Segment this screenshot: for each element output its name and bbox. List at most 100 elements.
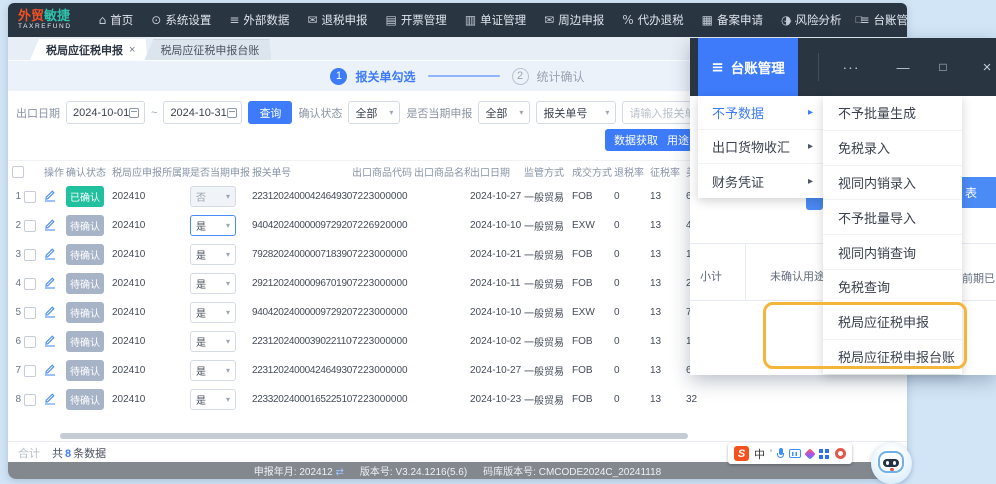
nav-item[interactable]: ⌂ 首页	[90, 3, 143, 37]
nav-item[interactable]: ✉ 周边申报	[535, 3, 613, 37]
row-checkbox[interactable]	[24, 335, 36, 348]
current-period-select[interactable]: 全部 ▾	[478, 101, 531, 124]
edit-icon[interactable]	[44, 218, 56, 231]
confirm-status-select[interactable]: 全部 ▾	[348, 101, 401, 124]
row-checkbox[interactable]	[24, 190, 36, 203]
cell-export-date: 2024-10-02	[470, 336, 522, 347]
sogou-logo-icon[interactable]: S	[734, 446, 749, 461]
current-period-row-select[interactable]: 否 ▾	[190, 186, 236, 207]
submenu-item[interactable]: 不予批量生成	[823, 96, 962, 131]
count-suffix: 条数据	[73, 447, 107, 460]
date-to-value: 2024-10-31	[170, 106, 227, 119]
row-checkbox[interactable]	[24, 393, 36, 406]
punctuation-icon[interactable]: '	[770, 448, 772, 460]
more-menu-button[interactable]: ···	[780, 3, 802, 37]
nav-item[interactable]: ✉ 退税申报	[298, 3, 376, 37]
cell-commodity-code: 7223000000	[352, 307, 408, 318]
toolbox-icon[interactable]	[819, 448, 824, 453]
row-number: 5	[15, 307, 21, 318]
chevron-down-icon: ▾	[519, 108, 524, 117]
row-checkbox[interactable]	[24, 364, 36, 377]
submenu-item[interactable]: 视同内销录入	[823, 166, 962, 201]
submenu-item[interactable]: 不予批量导入	[823, 200, 962, 236]
nav-item[interactable]: ▤ 开票管理	[376, 3, 455, 37]
minimize-button[interactable]: —	[890, 38, 916, 96]
row-checkbox[interactable]	[24, 248, 36, 261]
skin-icon[interactable]	[804, 447, 816, 460]
edit-icon[interactable]	[44, 276, 56, 289]
submenu-item[interactable]: 税局应征税申报	[823, 305, 962, 340]
tab-close-icon[interactable]: ×	[129, 44, 135, 56]
doc-type-select[interactable]: 报关单号 ▾	[536, 101, 617, 124]
current-period-row-select[interactable]: 是 ▾	[190, 360, 236, 381]
edit-icon[interactable]	[44, 334, 56, 347]
current-period-row-select[interactable]: 是 ▾	[190, 215, 236, 236]
cell-deal-mode: FOB	[572, 365, 593, 376]
microphone-icon[interactable]	[777, 447, 785, 460]
cell-export-date: 2024-10-10	[470, 220, 522, 231]
swap-icon[interactable]: ⇄	[336, 467, 344, 478]
current-period-row-select[interactable]: 是 ▾	[190, 273, 236, 294]
edit-icon[interactable]	[44, 305, 56, 318]
menu-item-label: 不予数据	[712, 106, 765, 121]
select-all-checkbox[interactable]	[12, 165, 24, 178]
row-checkbox[interactable]	[24, 277, 36, 290]
cell-tax-rate: 13	[650, 394, 662, 405]
submenu-item[interactable]: 免税查询	[823, 270, 962, 305]
assistant-robot-button[interactable]	[871, 443, 912, 484]
logo-text-2: 敏捷	[44, 8, 71, 24]
menu-item[interactable]: 出口货物收汇 ▸	[698, 130, 824, 164]
nav-item[interactable]: ▥ 单证管理	[456, 3, 535, 37]
close-button[interactable]: ×	[878, 3, 900, 37]
keyboard-icon[interactable]	[789, 449, 802, 458]
tab-tax-ledger[interactable]: 税局应征税申报台账	[144, 39, 271, 60]
current-period-row-select[interactable]: 是 ▾	[190, 244, 236, 265]
row-select-value: 是	[196, 222, 206, 233]
status-bar: 申报年月: 202412 ⇄ 版本号: V3.24.1216(5.6) 码库版本…	[8, 462, 907, 479]
submenu-item[interactable]: 税局应征税申报台账	[823, 340, 962, 375]
edit-icon[interactable]	[44, 392, 56, 405]
horizontal-scrollbar[interactable]	[60, 433, 688, 439]
cell-period: 202410	[112, 220, 146, 231]
cell-tax-rate: 13	[650, 278, 662, 289]
edit-icon[interactable]	[44, 189, 56, 202]
cell-commodity-code: 7223000000	[352, 249, 408, 260]
cell-refund-rate: 0	[614, 365, 620, 376]
cell-period: 202410	[112, 191, 146, 202]
nav-item[interactable]: ▦ 备案申请	[693, 3, 772, 37]
wubi-mode-icon[interactable]	[835, 448, 847, 459]
maximize-button[interactable]: □	[930, 38, 956, 96]
more-menu-button[interactable]: ···	[838, 38, 864, 96]
nav-item[interactable]: ≡ 外部数据	[220, 3, 298, 37]
ledger-nav-button[interactable]: ≡ 台账管理	[698, 38, 798, 96]
date-from-input[interactable]: 2024-10-01	[66, 101, 145, 124]
partial-report-button[interactable]: 表	[956, 177, 996, 208]
date-to-input[interactable]: 2024-10-31	[163, 101, 243, 124]
submenu-item[interactable]: 视同内销查询	[823, 235, 962, 270]
maximize-button[interactable]: □	[848, 3, 870, 37]
row-checkbox[interactable]	[24, 306, 36, 319]
current-period-row-select[interactable]: 是 ▾	[190, 331, 236, 352]
menu-item[interactable]: 财务凭证 ▸	[698, 164, 824, 198]
ledger-titlebar: ≡ 台账管理 ··· — □ ×	[690, 38, 996, 96]
current-period-row-select[interactable]: 是 ▾	[190, 389, 236, 410]
col-header: 是否当期申报	[190, 168, 250, 179]
close-button[interactable]: ×	[974, 38, 996, 96]
minimize-button[interactable]: —	[808, 3, 830, 37]
status-badge: 待确认	[66, 360, 104, 381]
cell-deal-mode: FOB	[572, 336, 593, 347]
nav-item[interactable]: ⊙ 系统设置	[142, 3, 220, 37]
current-period-row-select[interactable]: 是 ▾	[190, 302, 236, 323]
search-button[interactable]: 查询	[248, 101, 293, 124]
submenu-item[interactable]: 免税录入	[823, 131, 962, 166]
nav-item-label: 代办退税	[637, 15, 684, 27]
nav-item[interactable]: % 代办退税	[613, 3, 692, 37]
chinese-mode-icon[interactable]: 中	[754, 446, 765, 462]
edit-icon[interactable]	[44, 363, 56, 376]
edit-icon[interactable]	[44, 247, 56, 260]
menu-item[interactable]: 不予数据 ▸	[698, 96, 824, 130]
ledger-submenu: 不予批量生成 免税录入 视同内销录入 不予批量导入 视同内销查询 免税查询 税局…	[823, 96, 962, 375]
ledger-icon: ≡	[711, 58, 724, 76]
tab-tax-declare[interactable]: 税局应征税申报 ×	[30, 39, 147, 60]
row-checkbox[interactable]	[24, 219, 36, 232]
